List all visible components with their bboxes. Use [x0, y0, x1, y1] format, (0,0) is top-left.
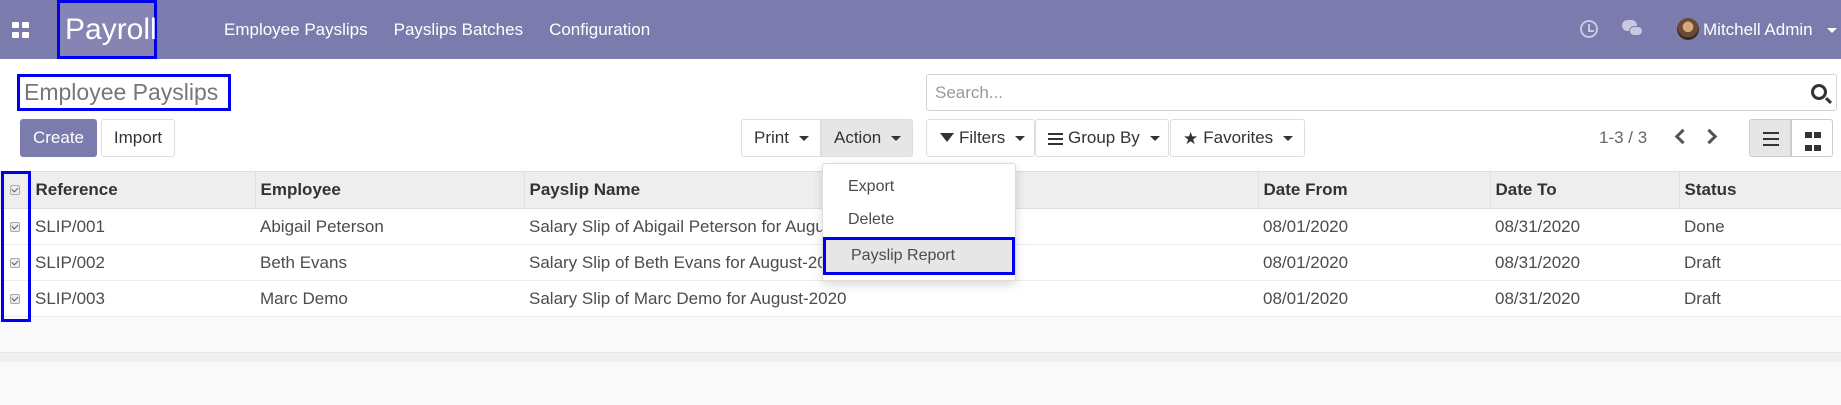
groupby-label: Group By	[1068, 128, 1140, 147]
app-brand[interactable]: Payroll	[57, 0, 157, 59]
caret-down-icon	[1149, 136, 1160, 142]
menu-item-export[interactable]: Export	[848, 178, 894, 196]
list-view-button[interactable]	[1749, 119, 1791, 157]
action-dropdown-menu: Export Delete Payslip Report	[822, 163, 1016, 281]
star-icon: ★	[1183, 128, 1199, 148]
cell-date-to: 08/31/2020	[1490, 280, 1679, 317]
table-row[interactable]: SLIP/003 Marc Demo Salary Slip of Marc D…	[0, 280, 1841, 317]
print-label: Print	[754, 128, 789, 147]
create-button[interactable]: Create	[20, 119, 97, 157]
cell-reference: SLIP/001	[30, 208, 255, 245]
filters-button[interactable]: Filters	[926, 119, 1035, 157]
column-header-date-to[interactable]: Date To	[1489, 171, 1679, 209]
cell-date-from: 08/01/2020	[1258, 280, 1490, 317]
caret-down-icon	[1015, 136, 1026, 142]
cell-employee: Marc Demo	[255, 280, 524, 317]
cell-status: Draft	[1679, 280, 1841, 317]
bars-icon	[1048, 132, 1063, 145]
menu-configuration[interactable]: Configuration	[549, 0, 650, 59]
column-header-status[interactable]: Status	[1678, 171, 1841, 209]
user-caret-icon[interactable]	[1827, 28, 1837, 33]
cell-date-to: 08/31/2020	[1490, 244, 1679, 281]
top-navbar: Payroll Employee Payslips Payslips Batch…	[0, 0, 1841, 59]
column-header-employee[interactable]: Employee	[254, 171, 524, 209]
menu-item-delete[interactable]: Delete	[848, 211, 894, 229]
caret-down-icon	[798, 136, 809, 142]
column-header-date-from[interactable]: Date From	[1257, 171, 1490, 209]
kanban-view-button[interactable]	[1791, 119, 1833, 157]
list-footer	[0, 352, 1841, 362]
kanban-icon	[1805, 132, 1812, 138]
pager-value[interactable]: 1-3 / 3	[1599, 119, 1647, 157]
user-avatar[interactable]	[1677, 18, 1699, 40]
search-icon[interactable]	[1811, 84, 1827, 100]
cell-date-from: 08/01/2020	[1258, 244, 1490, 281]
action-label: Action	[834, 128, 882, 147]
top-menu: Employee Payslips Payslips Batches Confi…	[224, 0, 676, 59]
cell-reference: SLIP/002	[30, 244, 255, 281]
activity-clock-icon[interactable]	[1580, 20, 1598, 38]
search-input[interactable]: Search...	[935, 75, 1003, 110]
favorites-label: Favorites	[1203, 128, 1274, 147]
filters-label: Filters	[959, 128, 1006, 147]
cell-status: Done	[1679, 208, 1841, 245]
action-button[interactable]: Action	[821, 119, 913, 157]
cell-status: Draft	[1679, 244, 1841, 281]
import-button[interactable]: Import	[101, 119, 175, 157]
cell-date-from: 08/01/2020	[1258, 208, 1490, 245]
menu-item-payslip-report[interactable]: Payslip Report	[823, 237, 1015, 275]
caret-down-icon	[1283, 136, 1294, 142]
cell-payslip-name: Salary Slip of Marc Demo for August-2020	[524, 280, 1258, 317]
cell-employee: Beth Evans	[255, 244, 524, 281]
cell-date-to: 08/31/2020	[1490, 208, 1679, 245]
filter-icon	[940, 133, 954, 143]
checkbox-column-highlight	[1, 171, 31, 322]
cell-employee: Abigail Peterson	[255, 208, 524, 245]
user-menu-name[interactable]: Mitchell Admin	[1703, 0, 1813, 59]
menu-payslips-batches[interactable]: Payslips Batches	[394, 0, 523, 59]
search-box[interactable]: Search...	[926, 74, 1837, 111]
apps-menu-icon[interactable]	[12, 22, 30, 38]
print-button[interactable]: Print	[741, 119, 821, 157]
cell-reference: SLIP/003	[30, 280, 255, 317]
favorites-button[interactable]: ★ Favorites	[1170, 119, 1305, 157]
menu-employee-payslips[interactable]: Employee Payslips	[224, 0, 368, 59]
column-header-reference[interactable]: Reference	[29, 171, 255, 209]
caret-down-icon	[891, 136, 902, 142]
groupby-button[interactable]: Group By	[1035, 119, 1169, 157]
list-icon	[1763, 132, 1779, 134]
messaging-chat-icon[interactable]	[1622, 20, 1644, 38]
page-title: Employee Payslips	[17, 74, 231, 111]
